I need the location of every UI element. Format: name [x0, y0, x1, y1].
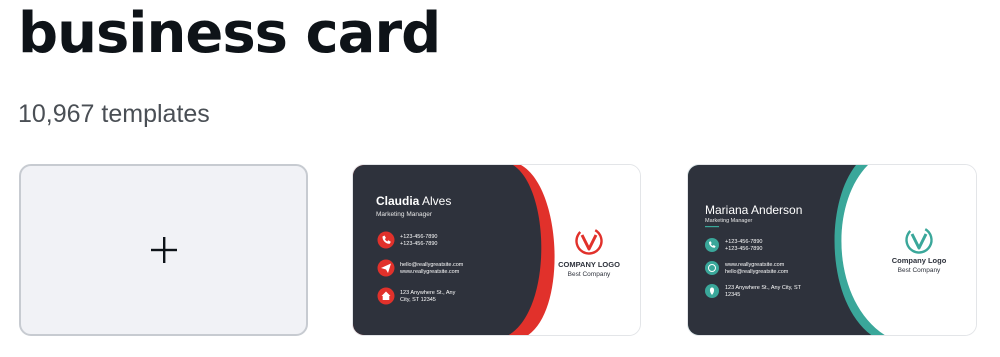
template-card[interactable]: Claudia Alves Marketing Manager +123-456… — [352, 164, 641, 336]
card-name: Mariana Anderson — [705, 203, 802, 217]
template-count: 10,967 templates — [18, 100, 210, 128]
card-logo-text: COMPANY LOGO — [558, 260, 620, 269]
card-phone-1: +123-456-7890 — [725, 239, 762, 245]
template-thumbnail: Claudia Alves Marketing Manager +123-456… — [353, 165, 640, 335]
card-job-title: Marketing Manager — [705, 218, 753, 224]
card-email: hello@reallygreatsite.com — [725, 269, 789, 275]
card-first-name: Claudia — [376, 194, 420, 208]
card-company: Best Company — [898, 267, 941, 274]
template-thumbnail: Mariana Anderson Marketing Manager +123-… — [688, 165, 976, 335]
card-email: hello@reallygreatsite.com — [400, 262, 464, 268]
card-logo-text: Company Logo — [892, 256, 947, 265]
svg-text:Claudia Alves: Claudia Alves — [376, 194, 451, 208]
card-phone-1: +123-456-7890 — [400, 234, 437, 240]
card-address-2: City, ST 12345 — [400, 297, 436, 303]
card-address-1: 123 Anywhere St., Any City, ST — [725, 285, 802, 291]
globe-icon — [705, 261, 719, 275]
card-website: www.reallygreatsite.com — [724, 262, 785, 268]
card-website: www.reallygreatsite.com — [399, 269, 460, 275]
card-address-2: 12345 — [725, 292, 740, 298]
phone-icon — [705, 238, 719, 252]
plus-icon — [150, 237, 177, 263]
card-company: Best Company — [568, 271, 611, 278]
template-card[interactable]: Mariana Anderson Marketing Manager +123-… — [687, 164, 977, 336]
dark-panel — [353, 165, 542, 335]
page-title: business card — [18, 1, 441, 66]
card-job-title: Marketing Manager — [376, 211, 433, 218]
phone-icon — [377, 231, 395, 249]
card-phone-2: +123-456-7890 — [725, 246, 762, 252]
card-last-name: Alves — [422, 194, 451, 208]
card-phone-2: +123-456-7890 — [400, 241, 437, 247]
create-blank-button[interactable] — [19, 164, 308, 336]
card-address-1: 123 Anywhere St., Any — [400, 290, 456, 296]
